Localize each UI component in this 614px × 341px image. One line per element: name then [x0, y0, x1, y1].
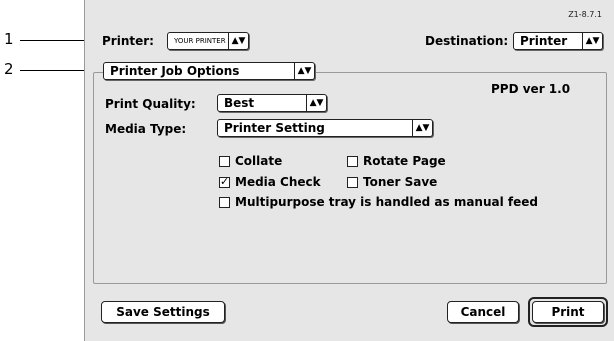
- media-type-label: Media Type:: [105, 122, 187, 136]
- checkbox-box: [347, 176, 358, 188]
- print-quality-popup-value: Best: [224, 96, 255, 110]
- checkbox-label: Toner Save: [363, 175, 438, 189]
- cancel-button[interactable]: Cancel: [447, 301, 519, 323]
- cancel-label: Cancel: [460, 305, 506, 319]
- checkbox-box: [219, 155, 230, 167]
- print-button[interactable]: Print: [532, 301, 604, 323]
- multipurpose-tray-checkbox[interactable]: Multipurpose tray is handled as manual f…: [219, 195, 538, 209]
- checkbox-label: Multipurpose tray is handled as manual f…: [235, 195, 538, 209]
- checkbox-box: [347, 155, 358, 167]
- panel-popup[interactable]: Printer Job Options ▲▼: [103, 62, 315, 80]
- checkbox-label: Media Check: [235, 175, 321, 189]
- collate-checkbox[interactable]: Collate: [219, 154, 282, 168]
- popup-arrows-icon: ▲▼: [228, 33, 248, 49]
- media-type-popup[interactable]: Printer Setting ▲▼: [217, 119, 433, 137]
- media-check-checkbox[interactable]: Media Check: [219, 175, 321, 189]
- print-quality-popup[interactable]: Best ▲▼: [217, 94, 327, 112]
- print-quality-label: Print Quality:: [105, 97, 196, 111]
- callout-number-2: 2: [4, 60, 14, 78]
- destination-popup[interactable]: Printer ▲▼: [513, 32, 603, 50]
- popup-arrows-icon: ▲▼: [294, 63, 314, 79]
- version-label: Z1-8.7.1: [568, 10, 602, 19]
- checkbox-label: Collate: [235, 154, 283, 168]
- printer-popup-value: YOUR PRINTER: [174, 37, 226, 45]
- destination-label: Destination:: [425, 34, 509, 48]
- popup-arrows-icon: ▲▼: [412, 120, 432, 136]
- toner-save-checkbox[interactable]: Toner Save: [347, 175, 437, 189]
- ppd-version-label: PPD ver 1.0: [491, 82, 571, 96]
- panel-popup-value: Printer Job Options: [110, 64, 240, 78]
- rotate-page-checkbox[interactable]: Rotate Page: [347, 154, 446, 168]
- callout-number-1: 1: [4, 30, 14, 48]
- checkbox-label: Rotate Page: [363, 154, 446, 168]
- destination-popup-value: Printer: [520, 34, 568, 48]
- checkbox-box: [219, 196, 230, 208]
- save-settings-label: Save Settings: [116, 305, 210, 319]
- popup-arrows-icon: ▲▼: [582, 33, 602, 49]
- popup-arrows-icon: ▲▼: [306, 95, 326, 111]
- checkbox-checked-icon: [219, 175, 230, 188]
- print-label: Print: [551, 305, 585, 319]
- save-settings-button[interactable]: Save Settings: [101, 301, 225, 323]
- media-type-popup-value: Printer Setting: [224, 121, 325, 135]
- printer-label: Printer:: [102, 34, 154, 48]
- printer-popup[interactable]: YOUR PRINTER ▲▼: [167, 32, 249, 50]
- print-dialog: Z1-8.7.1 Printer: YOUR PRINTER ▲▼ Destin…: [84, 0, 614, 341]
